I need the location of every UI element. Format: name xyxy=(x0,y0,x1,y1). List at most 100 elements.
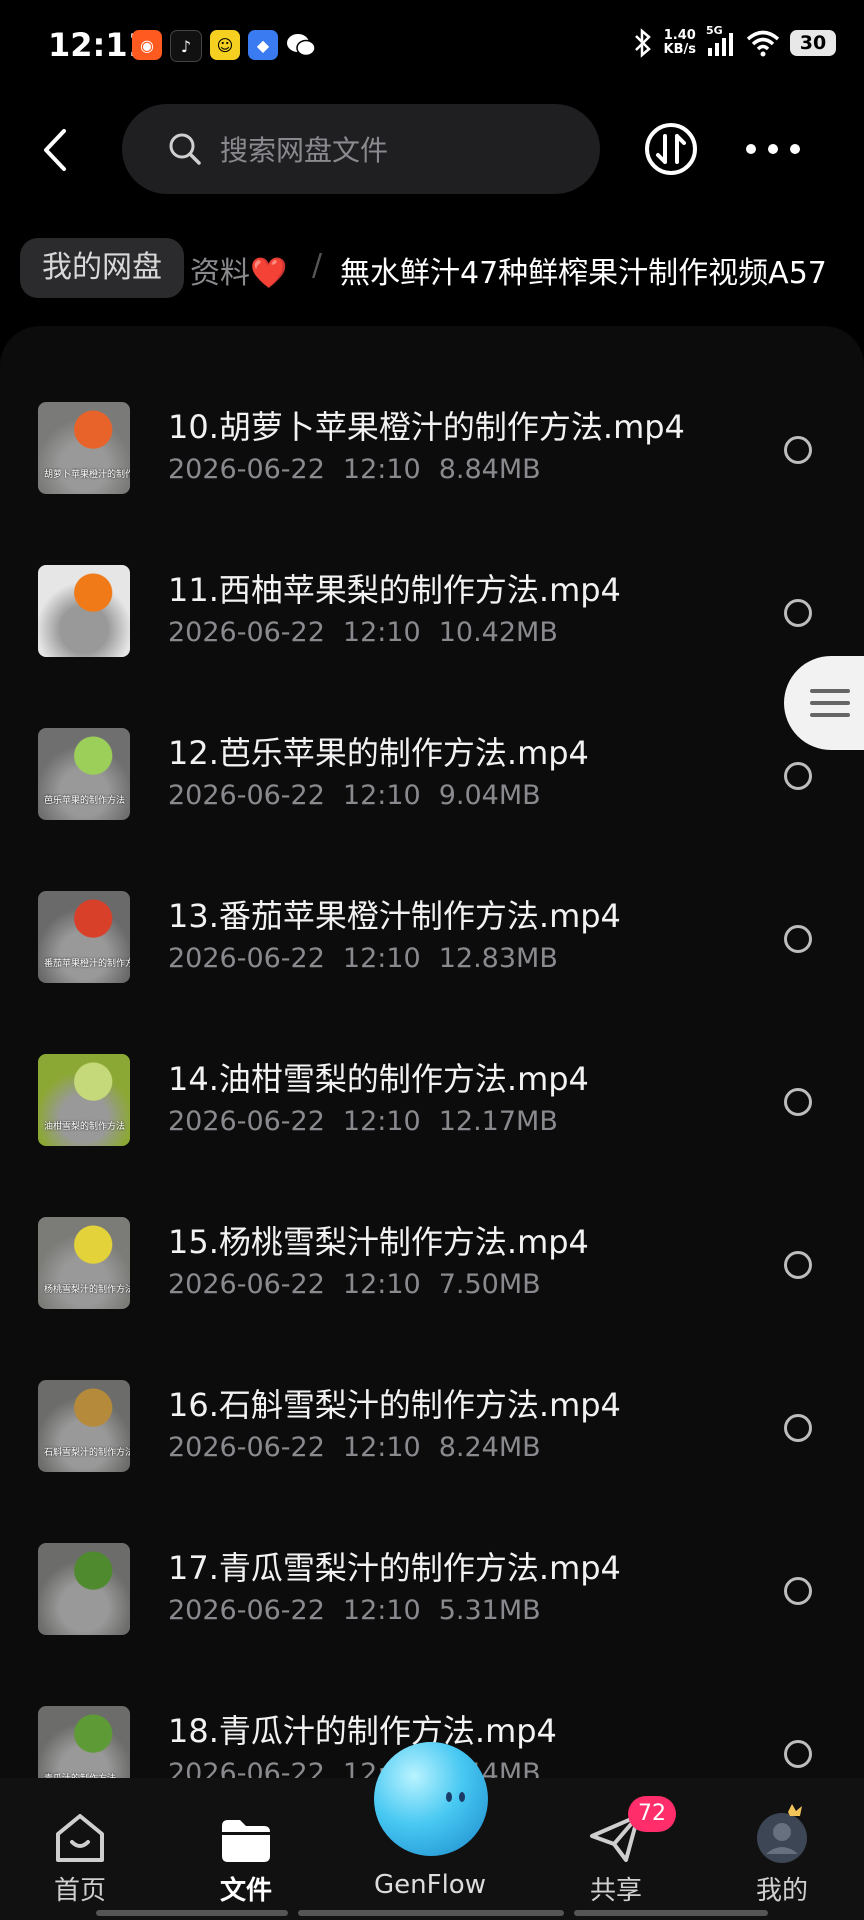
avatar-icon xyxy=(757,1804,807,1863)
file-date: 2026-06-22 xyxy=(168,1432,325,1463)
thumbnail-caption: 芭乐苹果的制作方法 xyxy=(44,796,126,806)
file-date: 2026-06-22 xyxy=(168,780,325,811)
select-checkbox[interactable] xyxy=(784,599,812,627)
file-date: 2026-06-22 xyxy=(168,1106,325,1137)
file-size: 8.84MB xyxy=(438,454,541,485)
video-thumbnail: 油柑雪梨的制作方法 xyxy=(38,1054,130,1146)
file-size: 12.83MB xyxy=(438,943,558,974)
file-name[interactable]: 11.西柚苹果梨的制作方法.mp4 xyxy=(168,565,621,611)
tiktok-icon: ♪ xyxy=(170,30,202,62)
video-thumbnail: 青瓜汁的制作方法 xyxy=(38,1706,130,1778)
file-name[interactable]: 18.青瓜汁的制作方法.mp4 xyxy=(168,1706,557,1752)
file-name[interactable]: 16.石斛雪梨汁的制作方法.mp4 xyxy=(168,1380,621,1426)
thumbnail-caption: 番茄苹果橙汁的制作方法 xyxy=(44,959,130,969)
select-checkbox[interactable] xyxy=(784,1251,812,1279)
file-row[interactable]: 11.西柚苹果梨的制作方法.mp4 2026-06-22 12:10 10.42MB xyxy=(0,545,864,708)
video-thumbnail: 芭乐苹果的制作方法 xyxy=(38,728,130,820)
file-time: 12:10 xyxy=(342,1432,421,1463)
breadcrumb-folder[interactable]: 资料❤️ xyxy=(190,248,287,292)
file-date: 2026-06-22 xyxy=(168,1758,325,1778)
gesture-bar xyxy=(574,1910,768,1916)
transfer-list-button[interactable] xyxy=(644,122,698,176)
nav-files[interactable]: 文件 xyxy=(186,1804,306,1907)
file-list: 胡萝卜苹果橙汁的制作方法 10.胡萝卜苹果橙汁的制作方法.mp4 2026-06… xyxy=(0,326,864,1778)
file-time: 12:10 xyxy=(342,780,421,811)
file-size: 5.31MB xyxy=(438,1595,541,1626)
file-meta: 2026-06-22 12:10 10.42MB xyxy=(168,617,576,648)
file-size: 9.04MB xyxy=(438,780,541,811)
chevron-left-icon xyxy=(44,129,66,171)
more-options-button[interactable] xyxy=(746,132,800,166)
breadcrumb-separator: / xyxy=(312,248,323,283)
nav-mine[interactable]: 我的 xyxy=(722,1804,842,1907)
select-checkbox[interactable] xyxy=(784,436,812,464)
file-date: 2026-06-22 xyxy=(168,1595,325,1626)
thumbnail-caption: 胡萝卜苹果橙汁的制作方法 xyxy=(44,470,130,480)
thumbnail-caption: 青瓜汁的制作方法 xyxy=(44,1771,116,1778)
folder-icon xyxy=(222,1820,270,1862)
file-time: 12:10 xyxy=(342,1269,421,1300)
file-name[interactable]: 10.胡萝卜苹果橙汁的制作方法.mp4 xyxy=(168,402,685,448)
file-meta: 2026-06-22 12:10 5.31MB xyxy=(168,1595,559,1626)
signal-icon: 5G xyxy=(706,24,736,58)
file-date: 2026-06-22 xyxy=(168,617,325,648)
thumbnail-caption: 油柑雪梨的制作方法 xyxy=(44,1122,126,1132)
select-checkbox[interactable] xyxy=(784,1740,812,1768)
file-row[interactable]: 胡萝卜苹果橙汁的制作方法 10.胡萝卜苹果橙汁的制作方法.mp4 2026-06… xyxy=(0,382,864,545)
file-row[interactable]: 17.青瓜雪梨汁的制作方法.mp4 2026-06-22 12:10 5.31MB xyxy=(0,1523,864,1686)
select-checkbox[interactable] xyxy=(784,1088,812,1116)
taobao-icon: ◉ xyxy=(132,30,162,60)
file-row[interactable]: 番茄苹果橙汁的制作方法 13.番茄苹果橙汁制作方法.mp4 2026-06-22… xyxy=(0,871,864,1034)
file-name[interactable]: 15.杨桃雪梨汁制作方法.mp4 xyxy=(168,1217,589,1263)
nav-home[interactable]: 首页 xyxy=(20,1804,140,1907)
file-row[interactable]: 油柑雪梨的制作方法 14.油柑雪梨的制作方法.mp4 2026-06-22 12:… xyxy=(0,1034,864,1197)
select-checkbox[interactable] xyxy=(784,1414,812,1442)
breadcrumb-root[interactable]: 我的网盘 xyxy=(20,238,184,298)
video-thumbnail: 番茄苹果橙汁的制作方法 xyxy=(38,891,130,983)
back-button[interactable] xyxy=(30,120,80,180)
wechat-icon xyxy=(286,30,316,60)
menu-line-icon xyxy=(810,701,850,705)
search-input[interactable]: 搜索网盘文件 xyxy=(122,104,600,194)
home-icon xyxy=(56,1814,104,1862)
select-checkbox[interactable] xyxy=(784,762,812,790)
file-row[interactable]: 石斛雪梨汁的制作方法 16.石斛雪梨汁的制作方法.mp4 2026-06-22 1… xyxy=(0,1360,864,1523)
bluetooth-icon xyxy=(634,28,651,58)
file-date: 2026-06-22 xyxy=(168,454,325,485)
battery-indicator: 30 xyxy=(790,30,836,56)
file-time: 12:10 xyxy=(342,1106,421,1137)
cloud-app-icon: ◆ xyxy=(248,30,278,60)
file-name[interactable]: 12.芭乐苹果的制作方法.mp4 xyxy=(168,728,589,774)
menu-line-icon xyxy=(810,689,850,693)
gesture-bar xyxy=(298,1910,564,1916)
search-placeholder: 搜索网盘文件 xyxy=(220,134,389,167)
file-row[interactable]: 芭乐苹果的制作方法 12.芭乐苹果的制作方法.mp4 2026-06-22 12:… xyxy=(0,708,864,871)
breadcrumb-current: 無水鲜汁47种鲜榨果汁制作视频A57 xyxy=(340,256,827,291)
select-checkbox[interactable] xyxy=(784,925,812,953)
video-thumbnail xyxy=(38,1543,130,1635)
file-row[interactable]: 杨桃雪梨汁的制作方法 15.杨桃雪梨汁制作方法.mp4 2026-06-22 12… xyxy=(0,1197,864,1360)
file-time: 12:10 xyxy=(342,454,421,485)
search-icon xyxy=(169,133,201,165)
file-date: 2026-06-22 xyxy=(168,943,325,974)
net-speed: 1.40 KB/s xyxy=(663,28,696,57)
video-thumbnail xyxy=(38,565,130,657)
file-meta: 2026-06-22 12:10 8.84MB xyxy=(168,454,559,485)
file-name[interactable]: 13.番茄苹果橙汁制作方法.mp4 xyxy=(168,891,621,937)
file-time: 12:10 xyxy=(342,943,421,974)
file-name[interactable]: 14.油柑雪梨的制作方法.mp4 xyxy=(168,1054,589,1100)
video-thumbnail: 石斛雪梨汁的制作方法 xyxy=(38,1380,130,1472)
file-name[interactable]: 17.青瓜雪梨汁的制作方法.mp4 xyxy=(168,1543,621,1589)
file-size: 8.24MB xyxy=(438,1432,541,1463)
meituan-icon: ☺ xyxy=(210,30,240,60)
notification-icons: ◉ ♪ ☺ ◆ xyxy=(132,30,316,62)
file-size: 7.50MB xyxy=(438,1269,541,1300)
file-meta: 2026-06-22 12:10 7.50MB xyxy=(168,1269,559,1300)
file-meta: 2026-06-22 12:10 8.24MB xyxy=(168,1432,559,1463)
file-size: 10.42MB xyxy=(438,617,558,648)
file-size: 12.17MB xyxy=(438,1106,558,1137)
genflow-orb-icon[interactable] xyxy=(374,1742,488,1856)
wifi-icon xyxy=(746,30,780,57)
select-checkbox[interactable] xyxy=(784,1577,812,1605)
video-thumbnail: 杨桃雪梨汁的制作方法 xyxy=(38,1217,130,1309)
